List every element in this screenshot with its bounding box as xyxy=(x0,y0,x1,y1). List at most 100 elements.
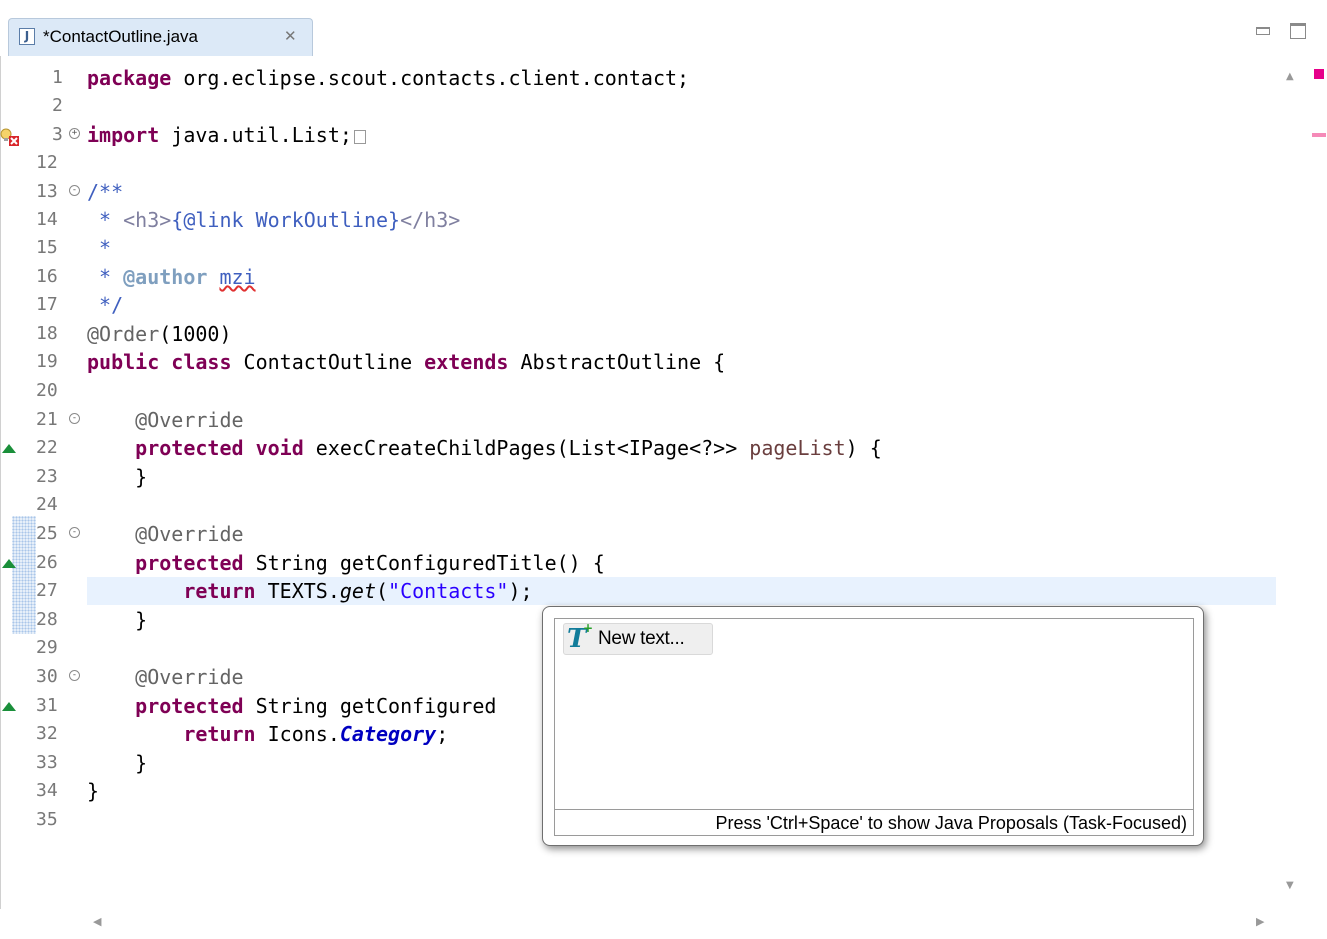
scroll-down-arrow-icon[interactable]: ▼ xyxy=(1286,880,1294,891)
keyword: class xyxy=(171,350,232,374)
code-line-19[interactable]: public class ContactOutline extends Abst… xyxy=(0,348,1284,376)
keyword: protected xyxy=(135,436,244,460)
code-line-1[interactable]: package org.eclipse.scout.contacts.clien… xyxy=(0,64,1284,92)
proposal-new-text[interactable]: T + New text... xyxy=(563,621,713,655)
code-line-25[interactable]: @Override xyxy=(0,520,1284,548)
gutter-row: 20 xyxy=(0,377,1284,405)
gutter-row: 2 xyxy=(0,92,1284,120)
code-line-14[interactable]: * <h3>{@link WorkOutline}</h3> xyxy=(0,206,1284,234)
maximize-icon[interactable] xyxy=(1290,23,1306,39)
code-line-26[interactable]: protected String getConfiguredTitle() { xyxy=(0,549,1284,577)
annotation: @Order xyxy=(87,322,160,346)
javadoc: * xyxy=(87,265,124,289)
minimize-icon[interactable] xyxy=(1256,27,1270,35)
gutter-row: 24 xyxy=(0,491,1284,519)
line-number: 29 xyxy=(36,637,58,658)
code-line-27[interactable]: return TEXTS.get("Contacts"); xyxy=(0,577,1284,605)
code-text: ) { xyxy=(845,436,882,460)
close-icon[interactable]: ✕ xyxy=(284,27,297,45)
code-text: } xyxy=(87,608,148,632)
code-line-16[interactable]: * @author mzi xyxy=(0,263,1284,291)
code-text: String getConfiguredTitle() { xyxy=(243,551,605,575)
code-line-3[interactable]: import java.util.List; xyxy=(0,121,1284,149)
javadoc-link: {@link WorkOutline} xyxy=(171,208,401,232)
scroll-right-arrow-icon[interactable]: ▶ xyxy=(1256,915,1264,928)
code-line-13[interactable]: /** xyxy=(0,178,1284,206)
code-line-18[interactable]: @Order(1000) xyxy=(0,320,1284,348)
code-text: AbstractOutline { xyxy=(508,350,726,374)
override-triangle-icon[interactable] xyxy=(2,444,16,453)
keyword: return xyxy=(183,722,256,746)
keyword: protected xyxy=(135,694,244,718)
keyword: protected xyxy=(135,551,244,575)
code-text: execCreateChildPages(List<IPage<?>> xyxy=(303,436,750,460)
java-file-icon: J xyxy=(19,28,35,45)
plus-icon: + xyxy=(583,621,594,635)
line-number: 24 xyxy=(36,494,58,515)
gutter-row: 12 xyxy=(0,149,1284,177)
javadoc xyxy=(207,265,219,289)
scroll-left-arrow-icon[interactable]: ◀ xyxy=(93,915,101,928)
javadoc: */ xyxy=(87,293,124,317)
proposal-label: New text... xyxy=(598,628,685,649)
code-text: } xyxy=(87,751,148,775)
annotation: @Override xyxy=(87,665,244,689)
code-text: } xyxy=(87,465,148,489)
overview-ruler[interactable] xyxy=(1310,56,1327,909)
folded-imports-box[interactable] xyxy=(353,130,366,144)
code-text: } xyxy=(87,779,100,803)
override-triangle-icon[interactable] xyxy=(2,702,16,711)
keyword: return xyxy=(183,579,256,603)
code-text: (1000) xyxy=(159,322,232,346)
javadoc: * xyxy=(87,236,112,260)
parameter: pageList xyxy=(749,436,846,460)
code-line-22[interactable]: protected void execCreateChildPages(List… xyxy=(0,434,1284,462)
code-line-23[interactable]: } xyxy=(0,463,1284,491)
html-tag: <h3> xyxy=(123,208,172,232)
error-summary-marker[interactable] xyxy=(1314,69,1324,79)
javadoc: * xyxy=(87,208,124,232)
code-text: ; xyxy=(436,722,449,746)
keyword: package xyxy=(87,66,172,90)
code-line-21[interactable]: @Override xyxy=(0,406,1284,434)
tab-contact-outline[interactable]: J *ContactOutline.java ✕ xyxy=(8,18,313,56)
annotation: @Override xyxy=(87,522,244,546)
code-text: TEXTS. xyxy=(255,579,340,603)
tab-title: *ContactOutline.java xyxy=(43,27,198,46)
line-number: 2 xyxy=(52,95,63,116)
line-number: 35 xyxy=(36,809,58,830)
popup-status-bar[interactable]: Press 'Ctrl+Space' to show Java Proposal… xyxy=(554,810,1194,836)
horizontal-scrollbar[interactable]: ◀ ▶ xyxy=(0,909,1327,939)
keyword: extends xyxy=(424,350,509,374)
line-number: 12 xyxy=(36,152,58,173)
error-annotation-marker[interactable] xyxy=(1312,133,1326,137)
code-text: String getConfigured xyxy=(243,694,497,718)
code-line-17[interactable]: */ xyxy=(0,291,1284,319)
html-tag: </h3> xyxy=(400,208,461,232)
method-call: get xyxy=(339,579,376,603)
scroll-up-arrow-icon[interactable]: ▲ xyxy=(1286,71,1294,82)
override-triangle-icon[interactable] xyxy=(2,559,16,568)
code-text: ContactOutline xyxy=(231,350,425,374)
javadoc: /** xyxy=(87,180,124,204)
code-line-15[interactable]: * xyxy=(0,234,1284,262)
proposal-list[interactable]: T + New text... xyxy=(554,618,1194,810)
javadoc-tag: @author xyxy=(123,265,208,289)
editor-tab-bar: J *ContactOutline.java ✕ xyxy=(0,0,1327,56)
string-literal: "Contacts" xyxy=(388,579,509,603)
misspelled-word: mzi xyxy=(219,265,256,289)
error-lightbulb-icon[interactable] xyxy=(0,127,20,147)
annotation: @Override xyxy=(87,408,244,432)
keyword: import xyxy=(87,123,160,147)
code-text: org.eclipse.scout.contacts.client.contac… xyxy=(171,66,690,90)
code-text: ( xyxy=(376,579,389,603)
static-field: Category xyxy=(339,722,437,746)
code-text: ); xyxy=(508,579,533,603)
